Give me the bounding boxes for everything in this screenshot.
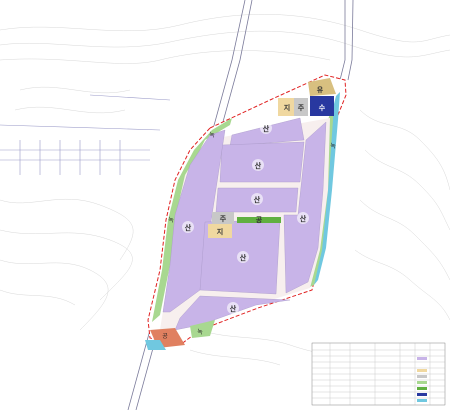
label-green-bottom: 녹	[197, 329, 203, 336]
label-industrial-c: 산	[254, 195, 261, 204]
surrounding-streets	[0, 94, 171, 175]
label-green-mid: 공	[256, 216, 263, 224]
label-industrial-g: 산	[300, 214, 307, 223]
label-parking-a: 주	[298, 104, 305, 112]
label-industrial-f: 산	[230, 304, 237, 313]
label-utility: 유	[317, 85, 324, 94]
label-support-b: 지	[217, 227, 223, 236]
label-public: 공	[162, 333, 168, 340]
label-green-left: 녹	[168, 217, 174, 224]
site-plan-map: 산 산 산 산 산 산 산 지 주 유 수 주 지 공 녹 녹 녹 공 녹	[0, 0, 450, 410]
label-industrial-d: 산	[185, 223, 192, 232]
label-industrial-e: 산	[240, 253, 247, 262]
label-industrial-b: 산	[255, 161, 262, 170]
label-support-a: 지	[284, 103, 290, 112]
label-green-top: 녹	[209, 132, 215, 139]
label-parking-b: 주	[220, 215, 227, 223]
label-water: 수	[319, 104, 326, 112]
label-industrial-a: 산	[263, 124, 270, 133]
label-green-right: 녹	[330, 143, 336, 150]
